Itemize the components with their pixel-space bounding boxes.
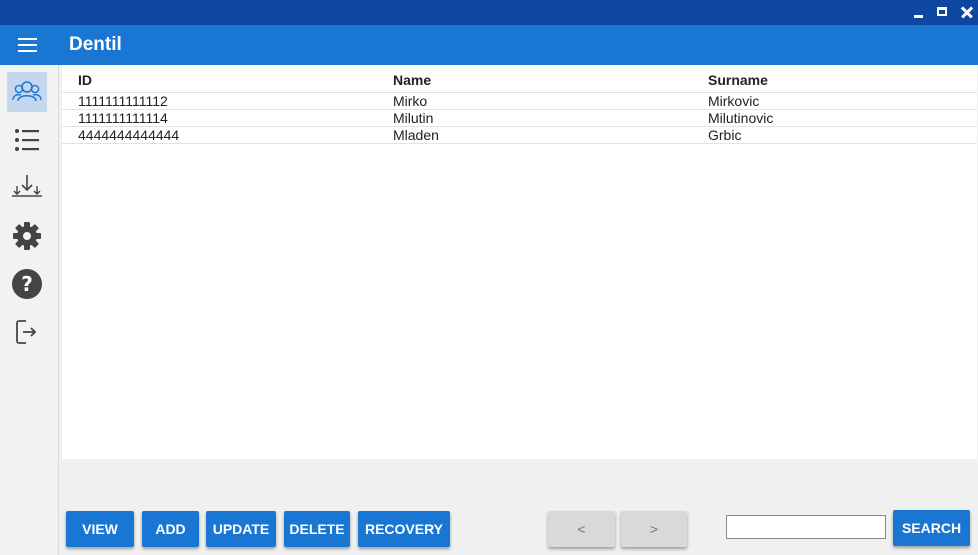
maximize-icon[interactable] bbox=[935, 4, 951, 20]
view-button[interactable]: VIEW bbox=[66, 511, 134, 547]
sidebar-item-help[interactable]: ? bbox=[7, 264, 47, 304]
patients-table: ID Name Surname 1111111111112 Mirko Mirk… bbox=[62, 65, 977, 459]
table-row[interactable]: 1111111111114 Milutin Milutinovic bbox=[62, 110, 977, 127]
cell-name: Mladen bbox=[393, 127, 439, 143]
cell-surname: Grbic bbox=[708, 127, 742, 143]
app-title: Dentil bbox=[69, 34, 122, 55]
next-page-button[interactable]: > bbox=[621, 511, 687, 547]
cell-name: Mirko bbox=[393, 93, 428, 109]
logout-icon bbox=[16, 320, 37, 344]
gear-icon bbox=[13, 222, 41, 250]
table-row[interactable]: 1111111111112 Mirko Mirkovic bbox=[62, 93, 977, 110]
search-button[interactable]: SEARCH bbox=[893, 510, 970, 546]
window-title-bar bbox=[0, 0, 978, 25]
cell-surname: Milutinovic bbox=[708, 110, 774, 126]
sidebar-item-patients[interactable] bbox=[7, 72, 47, 112]
sidebar-item-list[interactable] bbox=[7, 120, 47, 160]
table-row[interactable]: 4444444444444 Mladen Grbic bbox=[62, 127, 977, 144]
cell-id: 4444444444444 bbox=[78, 127, 180, 143]
menu-icon[interactable] bbox=[18, 38, 37, 53]
sidebar-item-import[interactable] bbox=[7, 168, 47, 208]
table-header: ID Name Surname bbox=[62, 65, 977, 93]
help-icon: ? bbox=[12, 269, 42, 299]
previous-page-button[interactable]: < bbox=[548, 511, 615, 547]
cell-name: Milutin bbox=[393, 110, 434, 126]
sidebar-item-settings[interactable] bbox=[7, 216, 47, 256]
list-icon bbox=[15, 129, 39, 151]
people-icon bbox=[12, 81, 42, 102]
app-bar: Dentil bbox=[0, 25, 978, 65]
column-header-surname[interactable]: Surname bbox=[708, 72, 768, 88]
add-button[interactable]: ADD bbox=[142, 511, 199, 547]
download-icon bbox=[12, 175, 42, 197]
search-input[interactable] bbox=[726, 515, 886, 539]
delete-button[interactable]: DELETE bbox=[284, 511, 350, 547]
cell-id: 1111111111112 bbox=[78, 93, 168, 109]
sidebar-item-logout[interactable] bbox=[7, 312, 47, 352]
sidebar: ? bbox=[0, 65, 59, 555]
cell-id: 1111111111114 bbox=[78, 110, 168, 126]
recovery-button[interactable]: RECOVERY bbox=[358, 511, 450, 547]
cell-surname: Mirkovic bbox=[708, 93, 760, 109]
close-icon[interactable] bbox=[959, 4, 975, 20]
column-header-id[interactable]: ID bbox=[78, 72, 92, 88]
minimize-icon[interactable] bbox=[911, 4, 927, 20]
update-button[interactable]: UPDATE bbox=[206, 511, 276, 547]
column-header-name[interactable]: Name bbox=[393, 72, 431, 88]
svg-text:?: ? bbox=[21, 272, 33, 296]
